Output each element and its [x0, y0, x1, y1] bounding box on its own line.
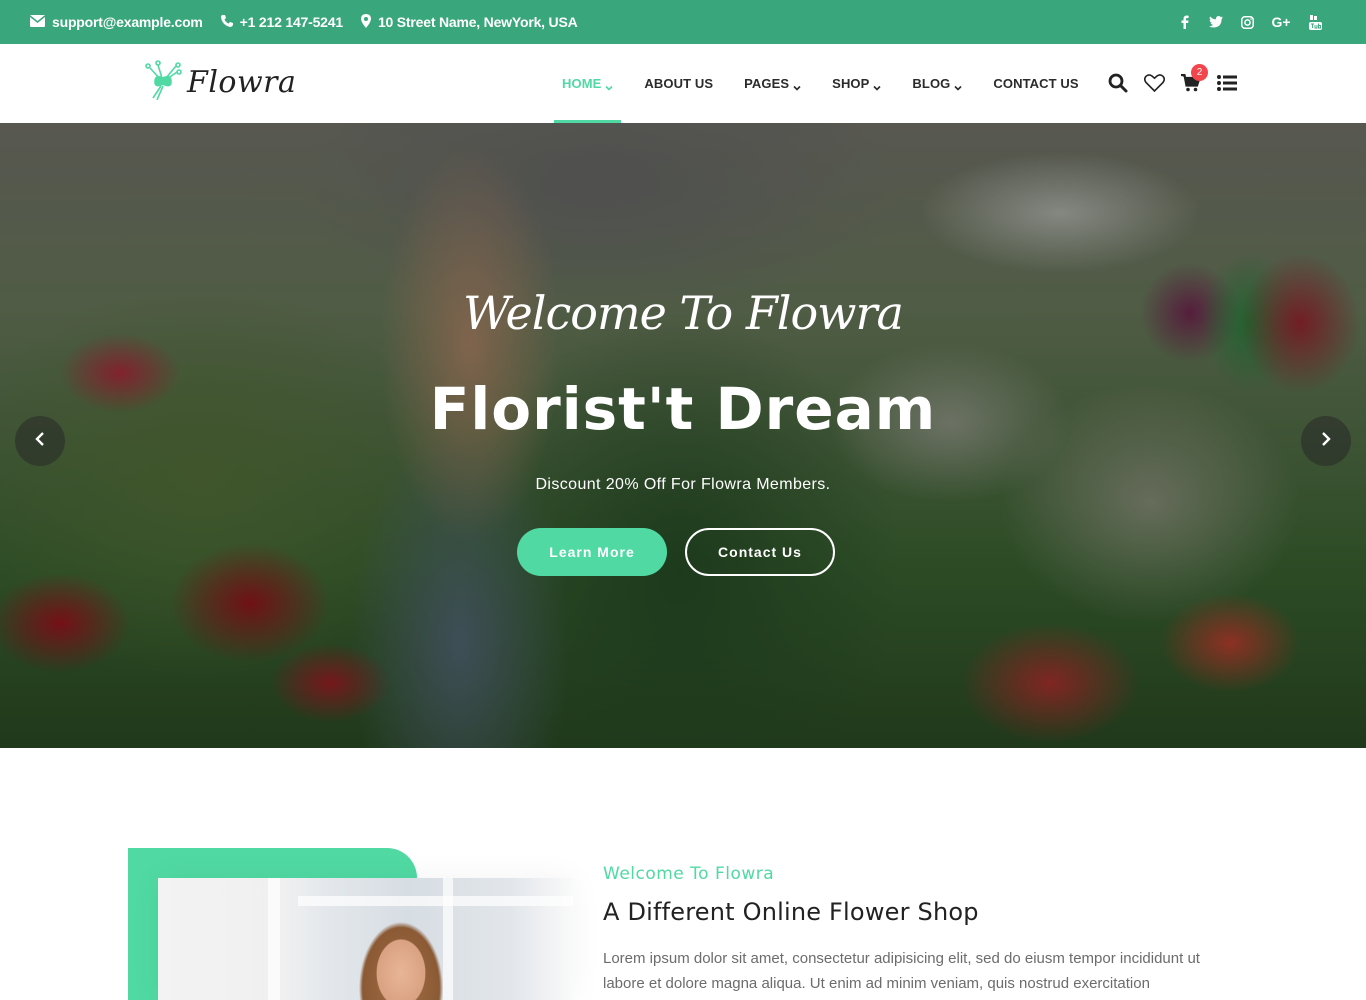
search-icon[interactable] [1108, 73, 1128, 93]
about-kicker: Welcome To Flowra [603, 864, 775, 884]
window-frame [443, 878, 453, 1000]
header-actions: 2 [1108, 64, 1253, 98]
hero-subtitle: Discount 20% Off For Flowra Members. [535, 476, 831, 493]
phone-icon [220, 14, 240, 30]
chevron-right-icon [1320, 431, 1332, 451]
logo[interactable]: Flowra [143, 60, 296, 105]
nav-label: SHOP [832, 76, 870, 91]
envelope-icon [29, 14, 52, 30]
hero-script-title: Welcome To Flowra [463, 286, 904, 340]
slider-next-button[interactable] [1301, 416, 1351, 466]
map-marker-icon [360, 13, 378, 31]
heart-icon[interactable] [1144, 74, 1165, 92]
main-header: Flowra HOME ABOUT US PAGES SHOP BLOG CON… [0, 44, 1366, 123]
google-plus-icon[interactable]: G+ [1271, 14, 1291, 30]
nav-item-contact-us[interactable]: CONTACT US [985, 44, 1086, 123]
address-contact: 10 Street Name, NewYork, USA [360, 13, 578, 31]
nav-label: ABOUT US [644, 76, 714, 91]
address-text: 10 Street Name, NewYork, USA [377, 14, 578, 30]
chevron-down-icon [605, 80, 613, 91]
youtube-icon[interactable] [1308, 14, 1322, 30]
social-links: G+ [1161, 0, 1322, 44]
window-frame [298, 896, 573, 906]
chevron-down-icon [873, 80, 881, 91]
twitter-icon[interactable] [1209, 14, 1223, 30]
chevron-left-icon [34, 431, 46, 451]
cart-icon[interactable]: 2 [1181, 64, 1208, 92]
nav-label: PAGES [744, 76, 790, 91]
email-contact[interactable]: support@example.com [29, 14, 203, 30]
contact-info: support@example.com +1 212 147-5241 10 S… [29, 0, 596, 44]
contact-us-button[interactable]: Contact Us [685, 528, 835, 576]
chevron-down-icon [954, 80, 962, 91]
list-menu-icon[interactable] [1217, 75, 1237, 91]
hero-slider: Welcome To Flowra Florist't Dream Discou… [0, 123, 1366, 748]
top-bar: support@example.com +1 212 147-5241 10 S… [0, 0, 1366, 44]
phone-contact[interactable]: +1 212 147-5241 [220, 14, 343, 30]
nav-item-blog[interactable]: BLOG [904, 44, 970, 123]
nav-label: CONTACT US [993, 76, 1079, 91]
cart-count-badge: 2 [1191, 64, 1208, 81]
nav-item-about-us[interactable]: ABOUT US [636, 44, 721, 123]
learn-more-button[interactable]: Learn More [517, 528, 667, 576]
logo-text: Flowra [187, 65, 297, 100]
main-nav: HOME ABOUT US PAGES SHOP BLOG CONTACT US [554, 44, 1102, 123]
facebook-icon[interactable] [1178, 14, 1192, 30]
phone-text: +1 212 147-5241 [239, 14, 343, 30]
instagram-icon[interactable] [1240, 14, 1254, 30]
email-text: support@example.com [52, 14, 203, 30]
nav-item-shop[interactable]: SHOP [824, 44, 889, 123]
nav-label: BLOG [912, 76, 951, 91]
about-section: Welcome To Flowra A Different Online Flo… [603, 864, 1243, 996]
slider-prev-button[interactable] [15, 416, 65, 466]
nav-label: HOME [562, 76, 602, 91]
nav-item-pages[interactable]: PAGES [736, 44, 809, 123]
about-paragraph: Lorem ipsum dolor sit amet, consectetur … [603, 950, 1200, 992]
hero-title: Florist't Dream [429, 375, 937, 443]
window-frame [268, 878, 280, 1000]
flower-logo-icon [143, 60, 183, 105]
about-heading: A Different Online Flower Shop [603, 898, 979, 926]
nav-item-home[interactable]: HOME [554, 44, 622, 123]
about-image [158, 878, 573, 1000]
chevron-down-icon [793, 80, 801, 91]
